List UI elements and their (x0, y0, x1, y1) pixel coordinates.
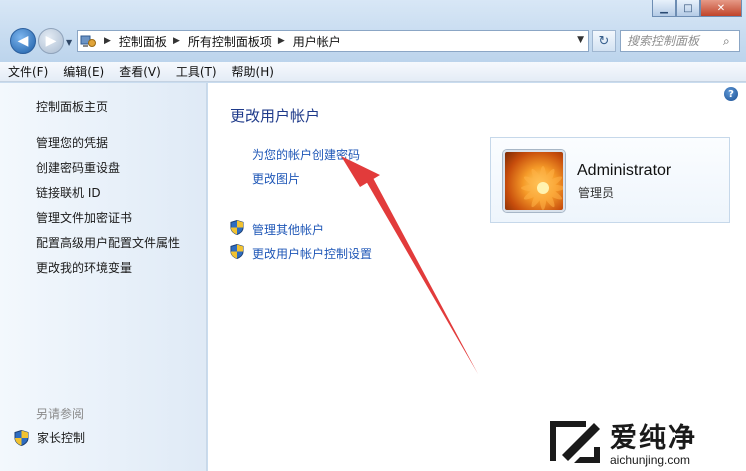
sidebar-item-profile-properties[interactable]: 配置高级用户配置文件属性 (36, 234, 180, 251)
parental-controls-label: 家长控制 (37, 431, 86, 445)
uac-shield-icon (14, 429, 29, 446)
menu-edit[interactable]: 编辑(E) (55, 63, 111, 80)
uac-settings-link[interactable]: 更改用户帐户控制设置 (252, 245, 372, 262)
address-dropdown-icon[interactable]: ▼ (577, 35, 584, 45)
watermark-url: aichunjing.com (610, 453, 691, 467)
maximize-button[interactable]: □ (676, 0, 700, 17)
menu-view[interactable]: 查看(V) (111, 63, 168, 80)
watermark-brand: 爱纯净 (610, 423, 697, 454)
uac-shield-icon (230, 244, 244, 259)
flower-picture-icon (521, 166, 563, 210)
user-name: Administrator (577, 162, 672, 179)
sidebar-item-reset-disk[interactable]: 创建密码重设盘 (36, 159, 120, 176)
refresh-icon: ↻ (598, 33, 610, 49)
minimize-button[interactable]: ▁ (652, 0, 676, 17)
breadcrumb: ▶ 控制面板 ▶ 所有控制面板项 ▶ 用户帐户 (98, 33, 341, 50)
arrow-right-icon: ▶ (45, 33, 57, 49)
change-picture-link[interactable]: 更改图片 (252, 170, 300, 187)
address-bar[interactable]: ▶ 控制面板 ▶ 所有控制面板项 ▶ 用户帐户 ▼ (77, 30, 589, 52)
search-icon[interactable]: ⌕ (723, 34, 730, 49)
user-account-tile: Administrator 管理员 (490, 137, 730, 223)
brand-logo-icon (550, 420, 600, 463)
uac-shield-icon (230, 220, 244, 235)
back-button[interactable]: ◀ (10, 28, 36, 54)
control-panel-icon (78, 31, 98, 51)
watermark: 爱纯净 aichunjing.com (546, 412, 746, 471)
sidebar-item-encryption-certs[interactable]: 管理文件加密证书 (36, 209, 132, 226)
sidebar-item-credentials[interactable]: 管理您的凭据 (36, 134, 108, 151)
sidebar-item-home[interactable]: 控制面板主页 (36, 98, 108, 115)
sidebar-item-online-id[interactable]: 链接联机 ID (36, 184, 101, 201)
breadcrumb-item-control-panel[interactable]: 控制面板 (119, 33, 167, 50)
help-icon[interactable]: ? (724, 87, 738, 101)
menu-bar: 文件(F) 编辑(E) 查看(V) 工具(T) 帮助(H) (0, 62, 746, 82)
create-password-link[interactable]: 为您的帐户创建密码 (252, 146, 360, 163)
chevron-right-icon[interactable]: ▶ (278, 36, 285, 46)
sidebar: 控制面板主页 管理您的凭据 创建密码重设盘 链接联机 ID 管理文件加密证书 配… (0, 83, 207, 471)
search-input[interactable] (627, 32, 723, 50)
sidebar-item-environment-vars[interactable]: 更改我的环境变量 (36, 259, 132, 276)
forward-button[interactable]: ▶ (38, 28, 64, 54)
window-chrome: ▁ □ ✕ ◀ ▶ ▼ ▶ 控制面板 ▶ 所有控制面板项 ▶ 用户帐户 ▼ ↻ … (0, 0, 746, 62)
search-box[interactable]: ⌕ (620, 30, 740, 52)
menu-help[interactable]: 帮助(H) (224, 63, 281, 80)
close-button[interactable]: ✕ (700, 0, 742, 17)
arrow-left-icon: ◀ (17, 33, 29, 49)
window-controls: ▁ □ ✕ (652, 0, 742, 18)
recent-pages-dropdown[interactable]: ▼ (66, 38, 72, 47)
page-title: 更改用户帐户 (230, 107, 321, 125)
sidebar-item-parental-controls[interactable]: 家长控制 (14, 429, 85, 446)
avatar (503, 150, 565, 212)
user-role: 管理员 (578, 186, 615, 200)
chevron-right-icon[interactable]: ▶ (173, 36, 180, 46)
chevron-right-icon: ▶ (104, 36, 111, 46)
breadcrumb-item-all-items[interactable]: 所有控制面板项 (188, 33, 272, 50)
menu-tools[interactable]: 工具(T) (168, 63, 224, 80)
breadcrumb-item-user-accounts[interactable]: 用户帐户 (293, 33, 341, 50)
menu-file[interactable]: 文件(F) (0, 63, 55, 80)
see-also-heading: 另请参阅 (36, 407, 85, 421)
refresh-button[interactable]: ↻ (592, 30, 616, 52)
manage-accounts-link[interactable]: 管理其他帐户 (252, 221, 324, 238)
